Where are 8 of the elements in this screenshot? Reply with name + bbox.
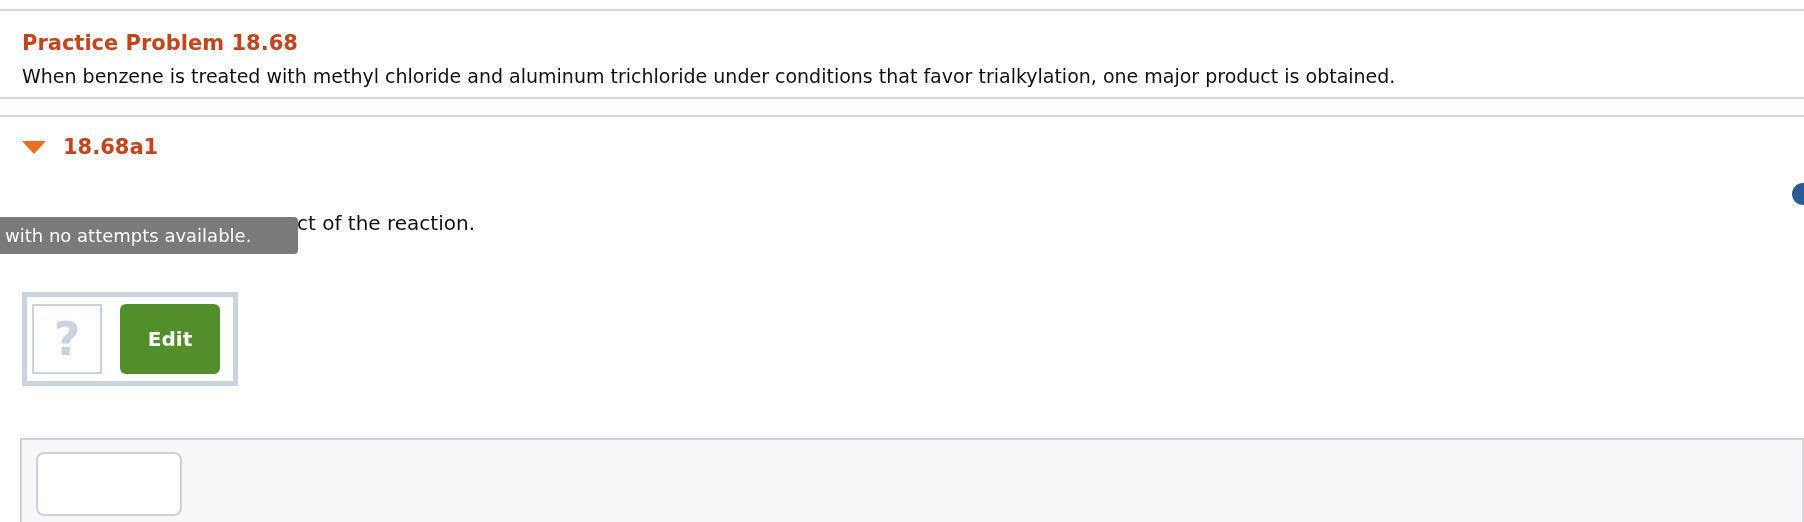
caret-icon[interactable] — [21, 139, 47, 155]
problem-text: When benzene is treated with methyl chloride and aluminum trichloride under conditions that favor trialkylation, one major product is obtained. — [22, 65, 1397, 87]
instruction-text: ct of the reaction. — [297, 211, 476, 235]
edit-button[interactable]: Edit — [120, 304, 220, 374]
tooltip: with no attempts available. — [0, 217, 298, 254]
problem-title: Practice Problem 18.68 — [22, 31, 299, 55]
placeholder-icon: ? — [32, 304, 102, 374]
part-label[interactable]: 18.68a1 — [63, 135, 159, 159]
